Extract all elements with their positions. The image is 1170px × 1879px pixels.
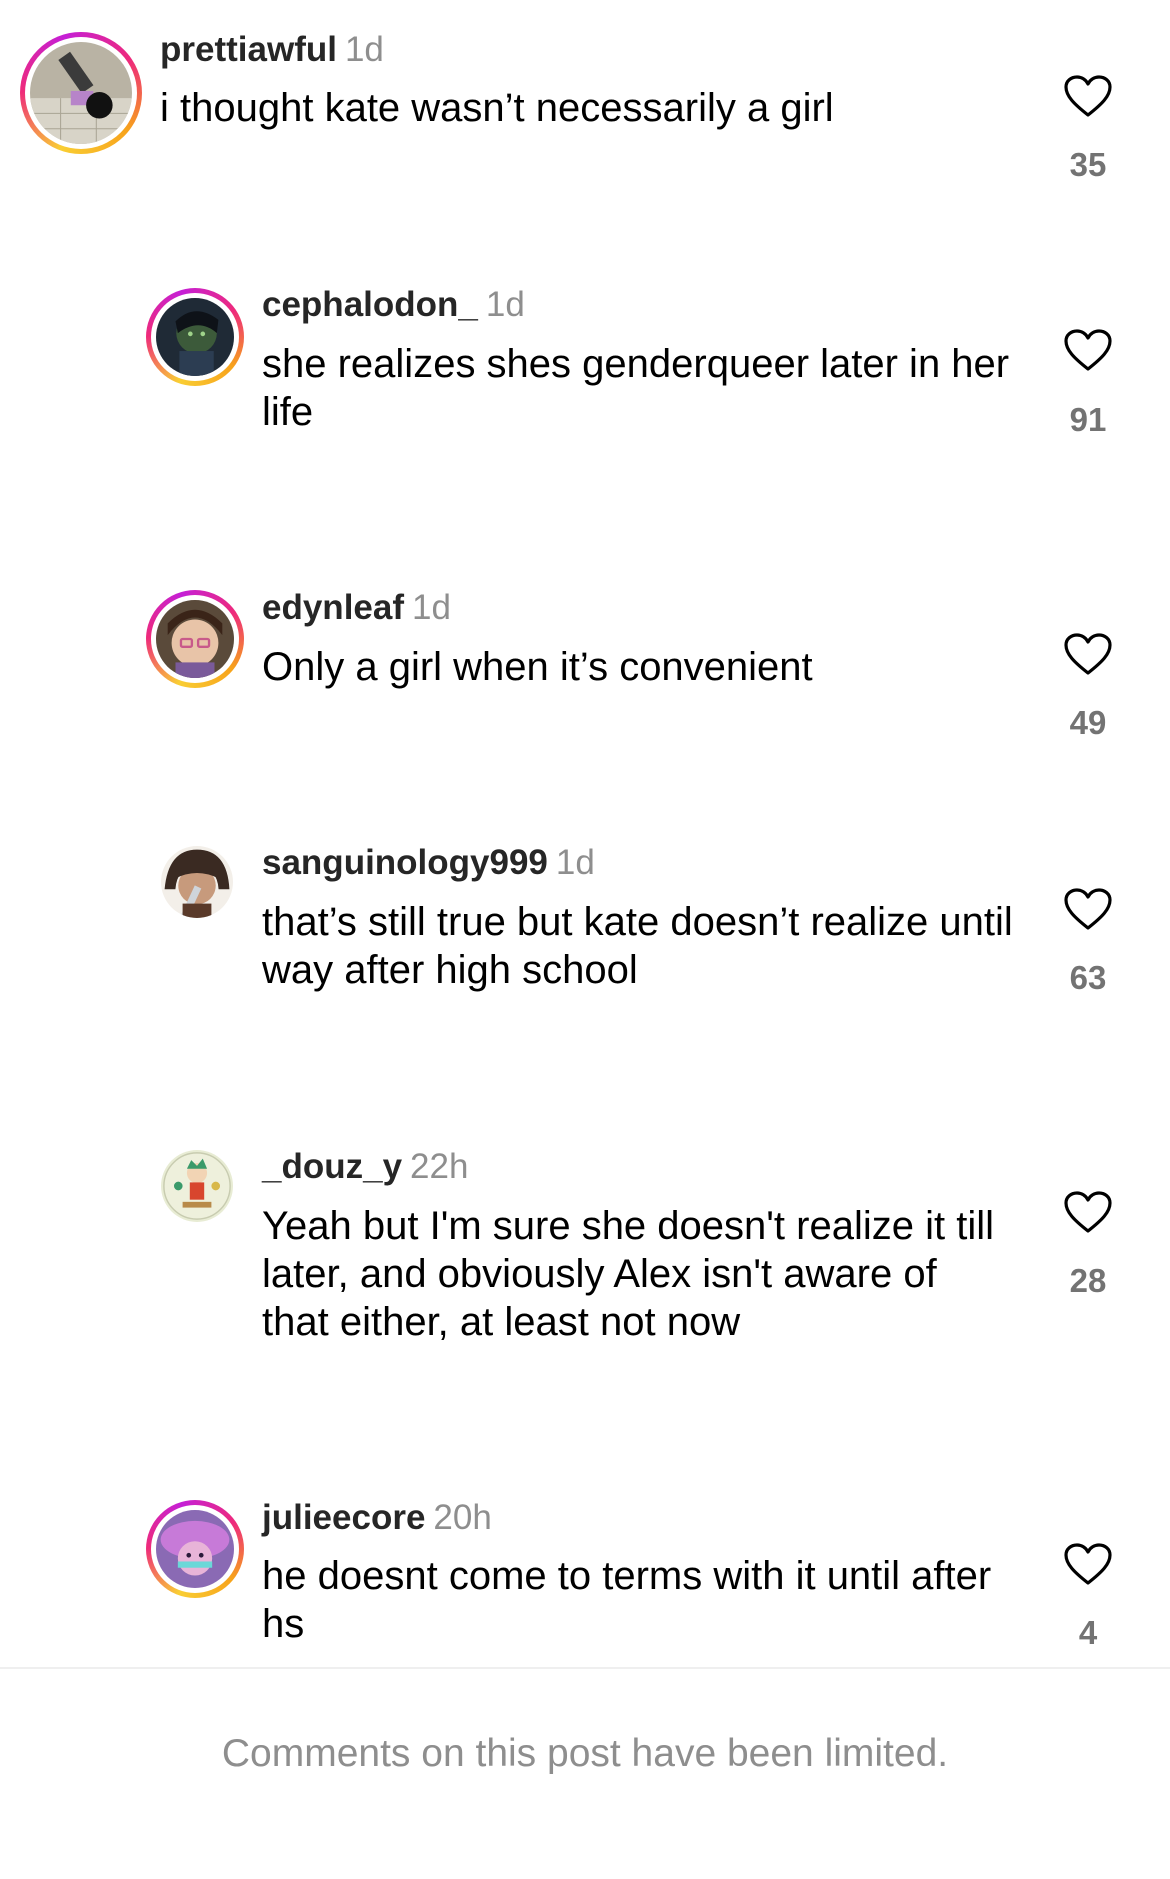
like-button[interactable] xyxy=(1063,328,1113,372)
like-count: 4 xyxy=(1078,1614,1098,1651)
like-button[interactable] xyxy=(1063,74,1113,118)
comment-timestamp: 1d xyxy=(412,588,451,627)
heart-outline-icon xyxy=(1064,1191,1112,1233)
avatar-image xyxy=(156,600,234,678)
heart-outline-icon xyxy=(1064,1543,1112,1585)
comment-username[interactable]: sanguinology999 xyxy=(262,843,548,882)
like-button[interactable] xyxy=(1063,1542,1113,1586)
comment-text: i thought kate wasn’t necessarily a girl xyxy=(160,86,834,130)
comments-limited-notice: Comments on this post have been limited. xyxy=(221,1732,949,1775)
like-button[interactable] xyxy=(1063,1190,1113,1234)
heart-outline-icon xyxy=(1064,888,1112,930)
avatar[interactable] xyxy=(146,1500,244,1598)
like-button[interactable] xyxy=(1063,887,1113,931)
avatar-image xyxy=(156,298,234,376)
like-count: 35 xyxy=(1069,146,1107,183)
heart-outline-icon xyxy=(1064,329,1112,371)
like-count: 49 xyxy=(1069,704,1107,741)
footer-divider xyxy=(0,1667,1170,1669)
heart-outline-icon xyxy=(1064,633,1112,675)
avatar[interactable] xyxy=(20,32,142,154)
comment-username[interactable]: cephalodon_ xyxy=(262,285,478,324)
like-count: 63 xyxy=(1069,959,1107,996)
comment-text: that’s still true but kate doesn’t reali… xyxy=(262,900,1013,992)
comment-text: she realizes shes genderqueer later in h… xyxy=(262,342,1010,434)
avatar-image xyxy=(30,42,132,144)
comment-timestamp: 1d xyxy=(344,30,384,69)
like-button[interactable] xyxy=(1063,632,1113,676)
avatar[interactable] xyxy=(146,590,244,688)
comment-username[interactable]: julieecore xyxy=(262,1498,425,1537)
comment-username[interactable]: _douz_y xyxy=(262,1147,402,1186)
comment-text: Only a girl when it’s convenient xyxy=(262,645,813,689)
comment-username[interactable]: edynleaf xyxy=(262,588,404,627)
avatar-image xyxy=(161,1150,233,1222)
avatar-image xyxy=(161,846,233,918)
comment-timestamp: 1d xyxy=(555,843,595,882)
comment-timestamp: 22h xyxy=(410,1147,469,1186)
like-count: 28 xyxy=(1069,1262,1107,1299)
comment-timestamp: 1d xyxy=(485,285,525,324)
comment-username[interactable]: prettiawful xyxy=(160,30,337,69)
like-count: 91 xyxy=(1069,401,1107,438)
avatar-image xyxy=(156,1510,234,1588)
comment-timestamp: 20h xyxy=(433,1498,492,1537)
comment-text: he doesnt come to terms with it until af… xyxy=(262,1554,992,1646)
heart-outline-icon xyxy=(1064,75,1112,117)
avatar[interactable] xyxy=(146,288,244,386)
comment-text: Yeah but I'm sure she doesn't realize it… xyxy=(262,1204,994,1344)
avatar[interactable] xyxy=(161,846,233,918)
avatar[interactable] xyxy=(161,1150,233,1222)
